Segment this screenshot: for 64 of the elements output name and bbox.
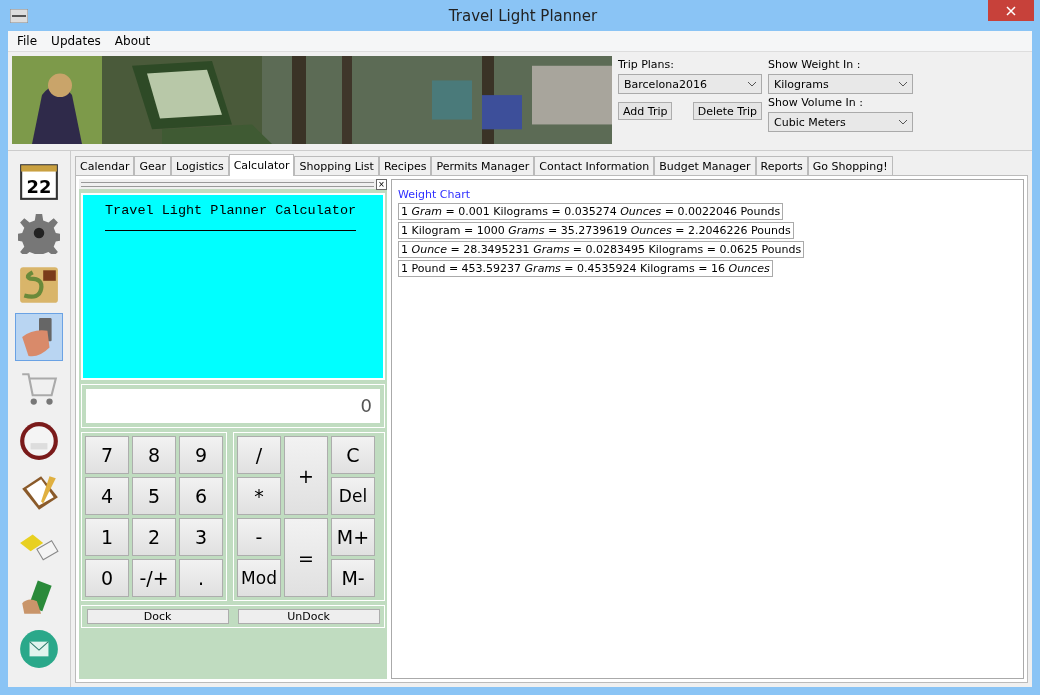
conversion-row: 1 Gram = 0.001 Kilograms = 0.035274 Ounces = 0.0022046 Pounds	[398, 203, 784, 220]
calculator-key[interactable]: M+	[331, 518, 375, 556]
tab[interactable]: Go Shopping!	[807, 156, 893, 175]
tab[interactable]: Budget Manager	[654, 156, 756, 175]
dropdown-caret-icon	[899, 119, 907, 125]
tab[interactable]: Contact Information	[534, 156, 655, 175]
tape-title: Travel Light Planner Calculator	[105, 203, 357, 231]
trip-plans-dropdown[interactable]: Barcelona2016	[618, 74, 762, 94]
dock-button[interactable]: Dock	[86, 609, 229, 624]
calculator-key[interactable]: *	[237, 477, 281, 515]
calculator-key[interactable]: .	[179, 559, 223, 597]
trip-button[interactable]: Add Trip	[618, 102, 673, 120]
tab[interactable]: Reports	[755, 156, 808, 175]
calculator-display: 0	[86, 389, 380, 423]
conversion-row: 1 Pound = 453.59237 Grams = 0.4535924 Kilograms = 16 Ounces	[398, 260, 773, 277]
email-icon	[18, 628, 60, 670]
conversion-row: 1 Kilogram = 1000 Grams = 35.2739619 Ounces = 2.2046226 Pounds	[398, 222, 794, 239]
volume-unit-label: Show Volume In :	[768, 96, 864, 110]
calculator-key[interactable]: 5	[132, 477, 176, 515]
calculator-key[interactable]: Mod	[237, 559, 281, 597]
calculator-key[interactable]: M-	[331, 559, 375, 597]
calculator-key[interactable]: =	[284, 518, 328, 597]
tab[interactable]: Shopping List	[294, 156, 379, 175]
tab[interactable]: Gear	[134, 156, 172, 175]
calculator-key[interactable]: -	[237, 518, 281, 556]
map-icon	[18, 264, 60, 306]
calculator-key[interactable]: -/+	[132, 559, 176, 597]
tab[interactable]: Permits Manager	[431, 156, 535, 175]
dropdown-caret-icon	[899, 81, 907, 87]
calculator-key[interactable]: +	[284, 436, 328, 515]
menu-item[interactable]: About	[109, 34, 156, 48]
gear-icon	[18, 212, 60, 254]
calculator-key[interactable]: 7	[85, 436, 129, 474]
trip-button[interactable]: Delete Trip	[692, 102, 762, 120]
close-icon	[1006, 5, 1016, 16]
calculator-key[interactable]: 2	[132, 518, 176, 556]
trip-plans-label: Trip Plans:	[618, 58, 675, 72]
menu-item[interactable]: File	[12, 34, 43, 48]
tab[interactable]: Recipes	[378, 156, 432, 175]
dropdown-caret-icon	[748, 81, 756, 87]
close-button[interactable]	[988, 0, 1034, 21]
tab[interactable]: Calendar	[75, 156, 135, 175]
weight-unit-label: Show Weight In :	[768, 58, 862, 72]
tab[interactable]: Calculator	[228, 154, 295, 176]
calculator-key[interactable]: C	[331, 436, 375, 474]
menu-item[interactable]: Updates	[46, 34, 106, 48]
weight-chart-title: Weight Chart	[398, 188, 471, 201]
calculator-key[interactable]: 8	[132, 436, 176, 474]
calculator-key[interactable]: 3	[179, 518, 223, 556]
weight-unit-dropdown[interactable]: Kilograms	[768, 74, 913, 94]
calculator-key[interactable]: 6	[179, 477, 223, 515]
dock-button[interactable]: UnDock	[237, 609, 380, 624]
calculator-key[interactable]: 4	[85, 477, 129, 515]
calculator-key[interactable]: Del	[331, 477, 375, 515]
calculator-key[interactable]: /	[237, 436, 281, 474]
calculator-key[interactable]: 0	[85, 559, 129, 597]
close-button[interactable]: ×	[376, 178, 387, 190]
calculator-key[interactable]: 9	[179, 436, 223, 474]
calculator-key[interactable]: 1	[85, 518, 129, 556]
tab[interactable]: Logistics	[171, 156, 229, 175]
conversion-row: 1 Ounce = 28.3495231 Grams = 0.0283495 Kilograms = 0.0625 Pounds	[398, 241, 805, 258]
window-title: Travel Light Planner	[447, 6, 598, 25]
app-icon	[10, 8, 28, 23]
volume-unit-dropdown[interactable]: Cubic Meters	[768, 112, 913, 132]
